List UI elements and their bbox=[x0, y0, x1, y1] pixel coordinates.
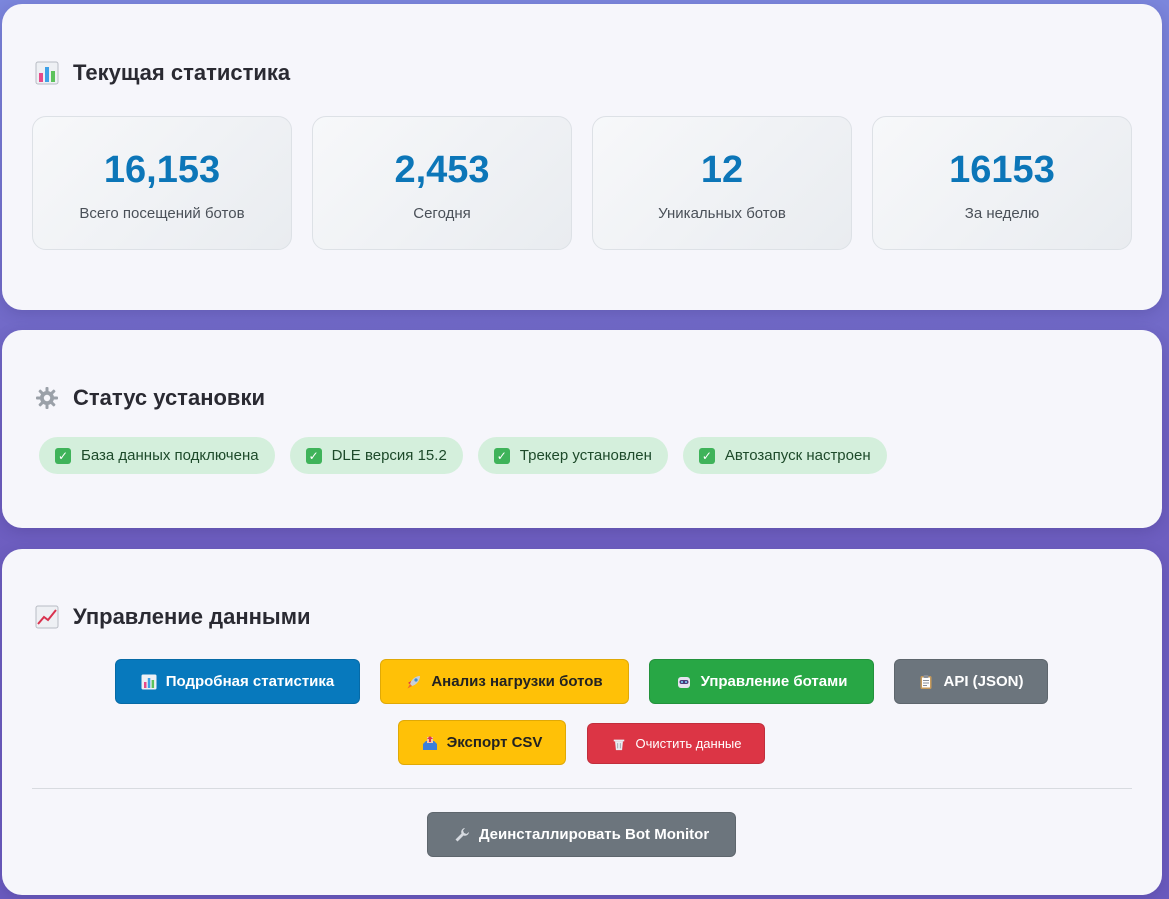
gear-icon bbox=[35, 386, 59, 410]
stats-section-title: Текущая статистика bbox=[35, 60, 290, 86]
stat-label: За неделю bbox=[964, 205, 1040, 222]
status-pill-label: Автозапуск настроен bbox=[724, 447, 871, 464]
detailed-stats-button[interactable]: Подробная статистика bbox=[115, 659, 360, 704]
api-json-button-label: API (JSON) bbox=[943, 673, 1024, 690]
bar-chart-icon bbox=[35, 61, 59, 85]
stats-title-text: Текущая статистика bbox=[73, 60, 291, 85]
stat-label: Уникальных ботов bbox=[658, 205, 786, 222]
status-title-text: Статус установки bbox=[73, 385, 265, 410]
checkmark-icon: ✓ bbox=[55, 447, 71, 464]
clear-data-button[interactable]: Очистить данные bbox=[587, 723, 765, 764]
status-pill-dle-version: ✓ DLE версия 15.2 bbox=[289, 437, 463, 474]
manage-bots-button-label: Управление ботами bbox=[700, 673, 848, 690]
checkmark-icon: ✓ bbox=[305, 447, 322, 464]
checkmark-icon: ✓ bbox=[698, 447, 715, 464]
load-analysis-button-label: Анализ нагрузки ботов bbox=[431, 673, 603, 690]
stat-label: Сегодня bbox=[413, 205, 471, 222]
uninstall-button-label: Деинсталлировать Bot Monitor bbox=[478, 826, 710, 843]
manage-bots-button[interactable]: Управление ботами bbox=[649, 659, 874, 704]
line-chart-icon bbox=[35, 605, 59, 629]
rocket-icon bbox=[406, 674, 422, 690]
trash-icon bbox=[611, 736, 627, 752]
clipboard-icon bbox=[918, 674, 934, 690]
status-pill-autostart: ✓ Автозапуск настроен bbox=[682, 437, 887, 474]
bar-chart-icon bbox=[141, 674, 157, 690]
load-analysis-button[interactable]: Анализ нагрузки ботов bbox=[380, 659, 629, 704]
data-section-title: Управление данными bbox=[35, 604, 311, 630]
status-pill-label: Трекер установлен bbox=[519, 447, 652, 464]
data-title-text: Управление данными bbox=[73, 604, 311, 629]
status-card: Статус установки ✓ База данных подключен… bbox=[2, 330, 1162, 528]
stats-card: Текущая статистика 16,153 Всего посещени… bbox=[2, 4, 1162, 310]
section-divider bbox=[32, 788, 1132, 789]
status-pill-tracker: ✓ Трекер установлен bbox=[477, 437, 668, 474]
stat-value: 16153 bbox=[949, 149, 1055, 191]
status-section-title: Статус установки bbox=[35, 385, 265, 411]
stat-value: 2,453 bbox=[394, 149, 490, 191]
stat-card-unique-bots: 12 Уникальных ботов bbox=[592, 116, 852, 250]
uninstall-button[interactable]: Деинсталлировать Bot Monitor bbox=[427, 812, 736, 857]
checkmark-icon: ✓ bbox=[493, 447, 510, 464]
stat-label: Всего посещений ботов bbox=[79, 205, 245, 222]
outbox-icon bbox=[422, 735, 438, 751]
wrench-icon bbox=[454, 827, 470, 843]
export-csv-button-label: Экспорт CSV bbox=[446, 734, 543, 751]
status-pill-label: DLE версия 15.2 bbox=[331, 447, 447, 464]
stat-card-week: 16153 За неделю bbox=[872, 116, 1132, 250]
detailed-stats-button-label: Подробная статистика bbox=[165, 673, 335, 690]
status-pill-label: База данных подключена bbox=[81, 447, 259, 464]
stat-card-today: 2,453 Сегодня bbox=[312, 116, 572, 250]
stat-value: 12 bbox=[700, 149, 744, 191]
api-json-button[interactable]: API (JSON) bbox=[894, 659, 1048, 704]
export-csv-button[interactable]: Экспорт CSV bbox=[398, 720, 566, 765]
clear-data-button-label: Очистить данные bbox=[635, 736, 742, 751]
stat-card-total-visits: 16,153 Всего посещений ботов bbox=[32, 116, 292, 250]
status-pill-list: ✓ База данных подключена ✓ DLE версия 15… bbox=[39, 437, 887, 474]
robot-icon bbox=[676, 674, 692, 690]
data-management-card: Управление данными Подробная статистика … bbox=[2, 549, 1162, 895]
status-pill-database: ✓ База данных подключена bbox=[39, 437, 275, 474]
stat-value: 16,153 bbox=[103, 149, 221, 191]
